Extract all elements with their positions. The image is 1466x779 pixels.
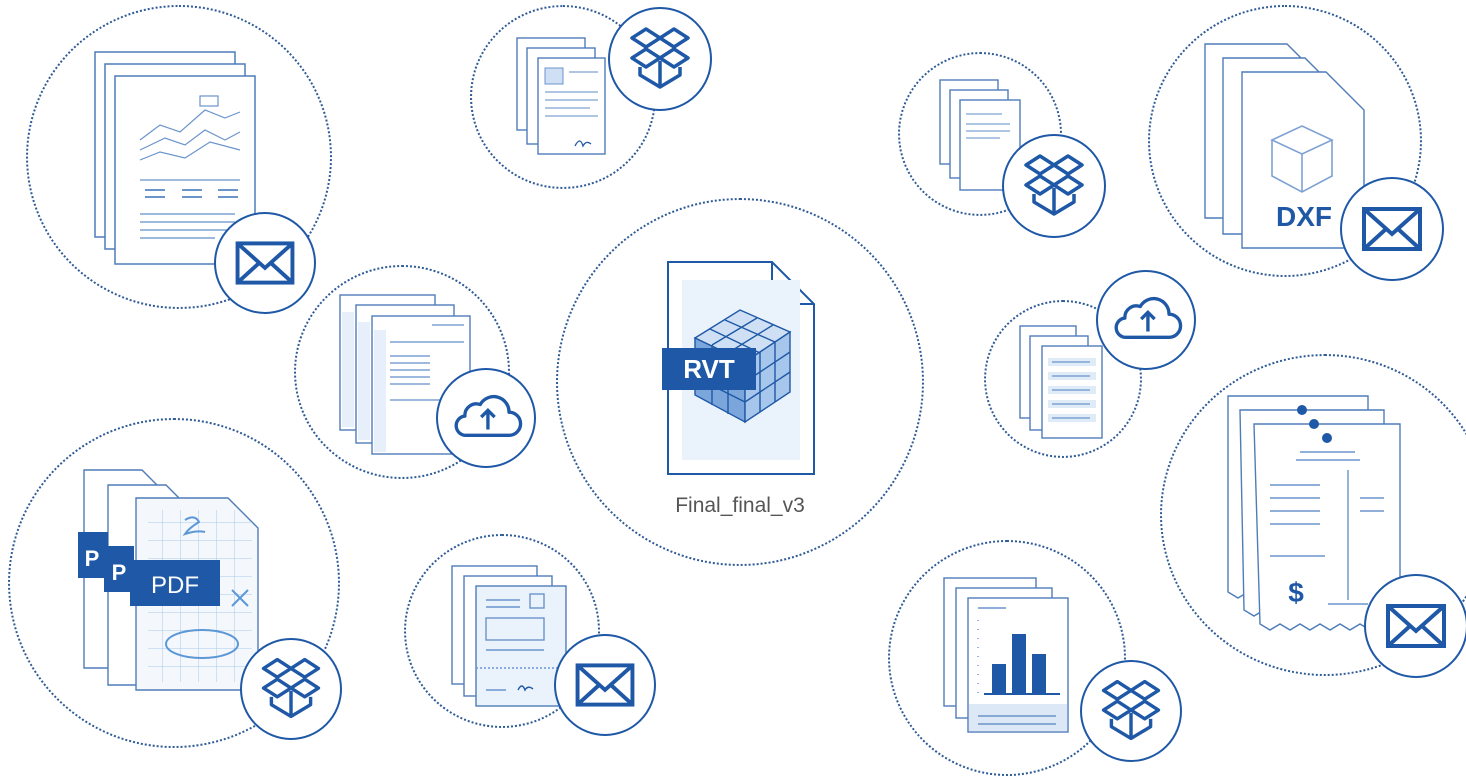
- dropbox-badge[interactable]: [1080, 660, 1182, 762]
- envelope-icon: [1366, 576, 1466, 676]
- email-badge[interactable]: [1364, 574, 1466, 678]
- dropbox-icon: [1082, 662, 1180, 760]
- currency-symbol: $: [1288, 577, 1304, 608]
- chart-document-stack: [943, 577, 1069, 733]
